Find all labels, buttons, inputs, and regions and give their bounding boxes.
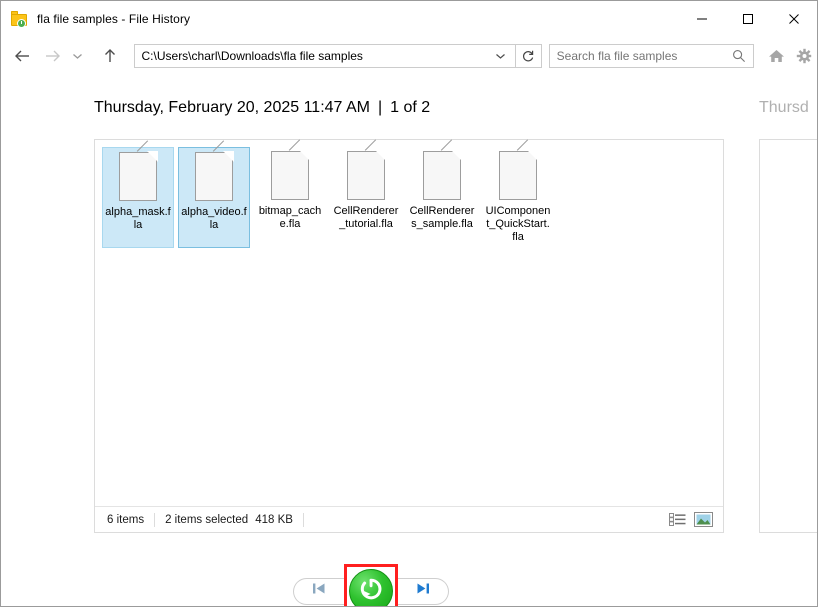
version-navigation-controls — [1, 564, 741, 607]
next-file-list-pane — [759, 139, 817, 533]
version-separator: | — [378, 99, 383, 116]
status-divider — [154, 512, 156, 527]
window-title: fla file samples - File History — [37, 11, 191, 26]
back-arrow-icon[interactable] — [9, 41, 37, 71]
previous-version-button[interactable] — [293, 577, 344, 605]
status-divider — [302, 512, 304, 527]
restore-button-wrapper — [344, 564, 398, 607]
status-selected-count: 2 items selected — [165, 513, 249, 526]
previous-version-icon — [311, 582, 327, 600]
address-value: C:\Users\charl\Downloads\fla file sample… — [141, 49, 363, 63]
status-selected-size: 418 KB — [255, 513, 293, 526]
folder-history-icon — [11, 10, 29, 28]
file-grid: alpha_mask.fla alpha_video.fla bitmap_ca… — [95, 139, 723, 248]
next-version-slide[interactable]: Thursd — [759, 76, 817, 533]
file-item-uicomponent-quickstart[interactable]: UIComponent_QuickStart.fla — [482, 139, 554, 248]
view-toggle-group — [667, 507, 714, 532]
file-item-cellrenderers-sample[interactable]: CellRenderers_sample.fla — [406, 139, 478, 248]
version-date-header: Thursday, February 20, 2025 11:47 AM | 1 o… — [1, 76, 741, 117]
version-date: Thursday, February 20, 2025 11:47 AM — [94, 99, 371, 116]
file-name-label: bitmap_cache.fla — [258, 205, 322, 230]
file-name-label: UIComponent_QuickStart.fla — [485, 205, 551, 243]
file-name-label: alpha_video.fla — [181, 206, 247, 231]
file-name-label: CellRenderer_tutorial.fla — [333, 205, 399, 230]
next-version-date: Thursd — [759, 99, 809, 116]
file-list-pane[interactable]: alpha_mask.fla alpha_video.fla bitmap_ca… — [94, 139, 724, 533]
current-version-slide: Thursday, February 20, 2025 11:47 AM | 1 o… — [1, 76, 741, 606]
search-box[interactable]: Search fla file samples — [548, 44, 754, 68]
file-item-alpha-video[interactable]: alpha_video.fla — [178, 140, 250, 248]
close-button[interactable] — [771, 1, 817, 36]
next-version-icon — [415, 582, 431, 600]
search-input[interactable]: Search fla file samples — [550, 49, 678, 63]
next-version-button[interactable] — [398, 577, 449, 605]
large-icons-view-icon[interactable] — [693, 511, 714, 529]
window-controls — [679, 1, 817, 36]
fla-file-icon — [119, 140, 158, 201]
history-slide-area: Thursday, February 20, 2025 11:47 AM | 1 o… — [1, 76, 817, 606]
version-counter: 1 of 2 — [390, 99, 431, 116]
minimize-button[interactable] — [679, 1, 725, 36]
address-bar[interactable]: C:\Users\charl\Downloads\fla file sample… — [133, 44, 517, 68]
home-icon[interactable] — [764, 41, 790, 71]
navigation-toolbar: C:\Users\charl\Downloads\fla file sample… — [1, 36, 817, 76]
restore-icon — [357, 575, 385, 607]
file-name-label: alpha_mask.fla — [105, 206, 171, 231]
fla-file-icon — [271, 139, 310, 200]
file-item-cellrenderer-tutorial[interactable]: CellRenderer_tutorial.fla — [330, 139, 402, 248]
fla-file-icon — [195, 140, 234, 201]
fla-file-icon — [423, 139, 462, 200]
file-name-label: CellRenderers_sample.fla — [409, 205, 475, 230]
fla-file-icon — [499, 139, 538, 200]
search-icon[interactable] — [732, 45, 746, 67]
file-item-alpha-mask[interactable]: alpha_mask.fla — [102, 140, 174, 248]
status-bar: 6 items 2 items selected 418 KB — [95, 506, 723, 532]
file-history-window: fla file samples - File History C:\Users… — [0, 0, 818, 607]
status-item-count: 6 items — [107, 513, 145, 526]
restore-button[interactable] — [349, 569, 393, 607]
address-chevron-down-icon[interactable] — [495, 45, 506, 67]
up-arrow-icon[interactable] — [96, 41, 124, 71]
details-view-icon[interactable] — [667, 511, 688, 529]
maximize-button[interactable] — [725, 1, 771, 36]
forward-arrow-icon — [39, 41, 67, 71]
fla-file-icon — [347, 139, 386, 200]
file-item-bitmap-cache[interactable]: bitmap_cache.fla — [254, 139, 326, 248]
title-bar: fla file samples - File History — [1, 1, 817, 36]
chevron-down-icon[interactable] — [66, 41, 88, 71]
refresh-icon[interactable] — [516, 44, 542, 68]
gear-icon[interactable] — [791, 41, 817, 71]
